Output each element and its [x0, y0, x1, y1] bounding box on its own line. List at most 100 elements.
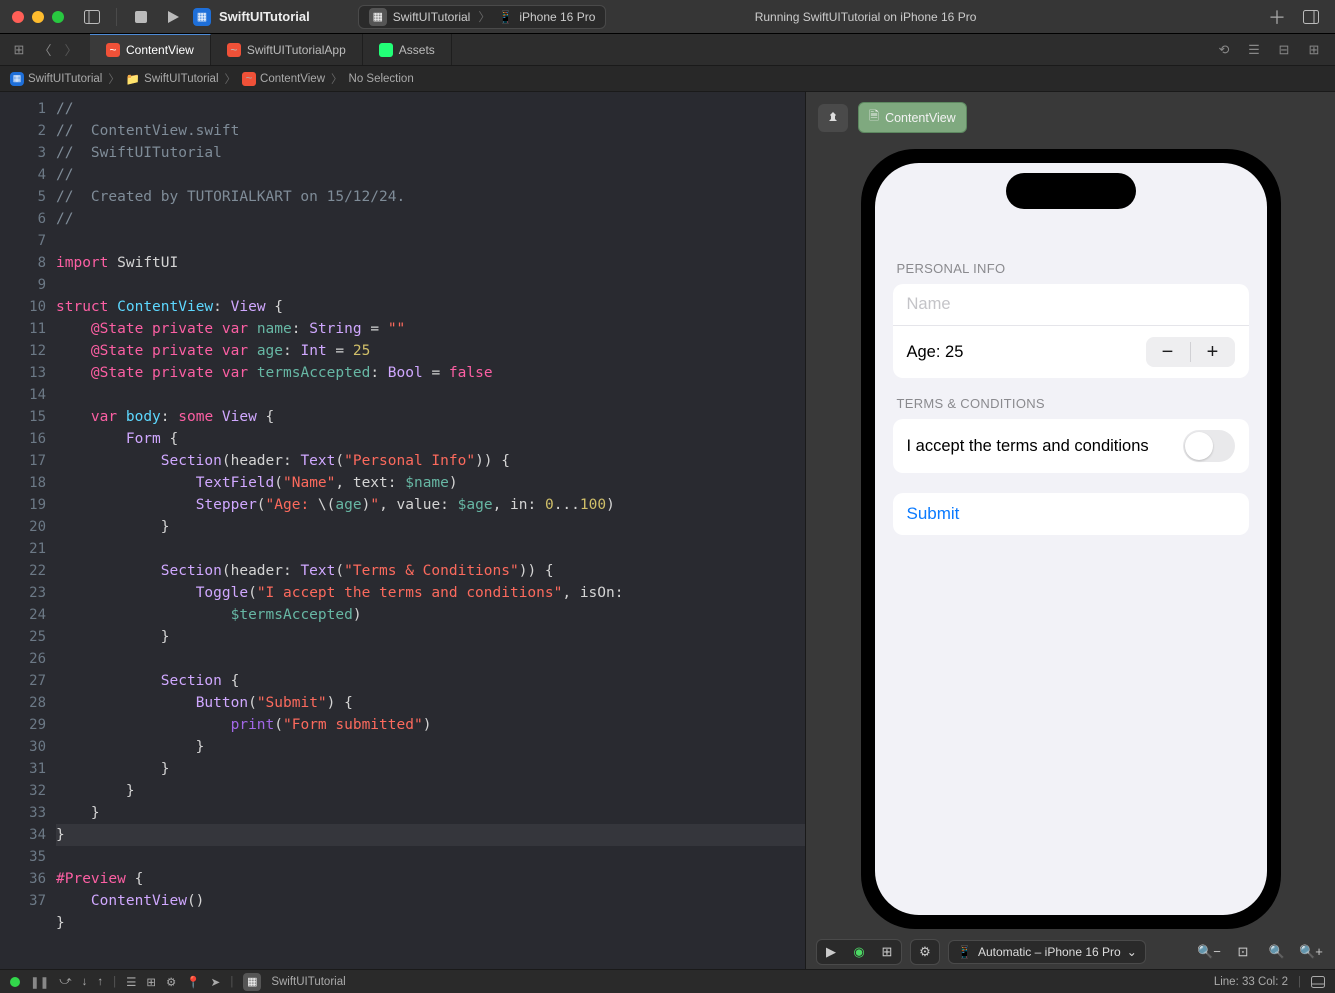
- device-settings-button[interactable]: ⚙: [911, 940, 939, 964]
- project-name: SwiftUITutorial: [219, 9, 310, 24]
- preview-selector[interactable]: 🗎 ContentView: [858, 102, 967, 133]
- device-icon: 📱: [498, 10, 513, 24]
- titlebar: ▦ SwiftUITutorial ▦ SwiftUITutorial 〉 📱 …: [0, 0, 1335, 34]
- variants-preview-button[interactable]: ⊞: [873, 940, 901, 964]
- step-over-icon[interactable]: ⤻: [59, 975, 71, 988]
- assets-icon: [379, 43, 393, 57]
- breadcrumb-separator: 〉: [331, 71, 343, 87]
- pin-preview-button[interactable]: [818, 104, 848, 132]
- breadcrumb-label: SwiftUITutorial: [28, 73, 102, 85]
- preview-canvas[interactable]: PERSONAL INFO Name Age: 25 − +: [806, 143, 1335, 935]
- minimize-window-button[interactable]: [32, 11, 44, 23]
- device-bezel: PERSONAL INFO Name Age: 25 − +: [861, 149, 1281, 929]
- age-label: Age: 25: [907, 343, 964, 362]
- console-toggle-icon[interactable]: [1311, 976, 1325, 988]
- device-icon: 📱: [957, 945, 972, 959]
- swift-file-icon: ~: [242, 72, 256, 86]
- process-name[interactable]: SwiftUITutorial: [271, 976, 345, 988]
- jump-bar[interactable]: ▦ SwiftUITutorial 〉 📁 SwiftUITutorial 〉 ~Conte…: [0, 66, 1335, 92]
- refresh-icon[interactable]: ⟲: [1213, 39, 1235, 61]
- breadcrumb-item[interactable]: No Selection: [349, 73, 414, 85]
- section-header-terms: TERMS & CONDITIONS: [897, 396, 1245, 411]
- run-button[interactable]: [161, 5, 185, 29]
- scheme-icon: ▦: [369, 8, 387, 26]
- submit-label: Submit: [907, 504, 960, 524]
- name-placeholder: Name: [907, 295, 951, 314]
- age-stepper-row: Age: 25 − +: [893, 325, 1249, 378]
- inspector-toggle-button[interactable]: [1299, 5, 1323, 29]
- zoom-actual-button[interactable]: 🔍: [1263, 940, 1291, 964]
- preview-device-select[interactable]: 📱 Automatic – iPhone 16 Pro ⌄: [948, 940, 1146, 964]
- close-window-button[interactable]: [12, 11, 24, 23]
- code-editor[interactable]: 1234567891011121314151617181920212223242…: [0, 92, 805, 969]
- tab-label: SwiftUITutorialApp: [247, 43, 346, 57]
- minimap-toggle-icon[interactable]: ☰: [1243, 39, 1265, 61]
- breadcrumb-item[interactable]: ▦ SwiftUITutorial: [10, 72, 102, 86]
- add-editor-button[interactable]: ⊞: [1303, 39, 1325, 61]
- destination-label: iPhone 16 Pro: [519, 10, 595, 24]
- stepper-plus-button[interactable]: +: [1191, 337, 1235, 367]
- project-icon: ▦: [193, 8, 211, 26]
- swift-file-icon: ~: [106, 43, 120, 57]
- editor-tab[interactable]: ~ SwiftUITutorialApp: [211, 34, 363, 65]
- preview-pane: 🗎 ContentView PERSONAL INFO Name: [805, 92, 1335, 969]
- zoom-in-button[interactable]: 🔍+: [1297, 940, 1325, 964]
- nav-forward-button[interactable]: 〉: [60, 39, 82, 61]
- activity-status: Running SwiftUITutorial on iPhone 16 Pro: [755, 10, 977, 24]
- stop-button[interactable]: [129, 5, 153, 29]
- related-items-button[interactable]: ⊞: [8, 39, 30, 61]
- tab-label: Assets: [399, 43, 435, 57]
- pause-icon[interactable]: ❚❚: [30, 975, 49, 989]
- submit-button[interactable]: Submit: [893, 493, 1249, 535]
- selectable-preview-button[interactable]: ◉: [845, 940, 873, 964]
- document-icon: 🗎: [869, 107, 879, 128]
- editor-tab[interactable]: Assets: [363, 34, 452, 65]
- swift-file-icon: ~: [227, 43, 241, 57]
- memory-graph-icon[interactable]: ⊞: [146, 975, 156, 989]
- nav-back-button[interactable]: 〈: [34, 39, 56, 61]
- code-area[interactable]: //// ContentView.swift// SwiftUITutorial…: [56, 92, 805, 969]
- adjust-editor-button[interactable]: ⊟: [1273, 39, 1295, 61]
- live-preview-button[interactable]: ▶: [817, 940, 845, 964]
- breadcrumb-item[interactable]: ~ContentView: [242, 72, 325, 86]
- breadcrumb-label: SwiftUITutorial: [144, 73, 218, 85]
- terms-label: I accept the terms and conditions: [907, 437, 1149, 456]
- environment-icon[interactable]: ⚙: [166, 975, 176, 989]
- breadcrumb-separator: 〉: [225, 71, 237, 87]
- breadcrumb-label: No Selection: [349, 73, 414, 85]
- terms-toggle[interactable]: [1183, 430, 1235, 462]
- cursor-position: Line: 33 Col: 2: [1214, 976, 1288, 988]
- line-gutter: 1234567891011121314151617181920212223242…: [0, 92, 56, 969]
- add-button[interactable]: ＋: [1265, 5, 1289, 29]
- preview-device-label: Automatic – iPhone 16 Pro: [978, 945, 1121, 959]
- running-indicator: [10, 977, 20, 987]
- project-icon: ▦: [10, 72, 24, 86]
- window-controls: [12, 11, 64, 23]
- debug-view-icon[interactable]: ☰: [126, 975, 136, 989]
- simulate-location-icon[interactable]: 📍: [186, 975, 200, 989]
- zoom-window-button[interactable]: [52, 11, 64, 23]
- scheme-label: SwiftUITutorial: [393, 10, 471, 24]
- navigator-toggle-button[interactable]: [80, 5, 104, 29]
- breadcrumb-item[interactable]: 📁 SwiftUITutorial: [126, 72, 219, 86]
- dynamic-island: [1006, 173, 1136, 209]
- zoom-fit-button[interactable]: ⊡: [1229, 940, 1257, 964]
- chevron-down-icon: ⌄: [1127, 945, 1137, 959]
- terms-toggle-row: I accept the terms and conditions: [893, 419, 1249, 473]
- scheme-selector[interactable]: ▦ SwiftUITutorial: [193, 8, 310, 26]
- send-icon[interactable]: ➤: [211, 975, 221, 989]
- breadcrumb-separator: 〉: [108, 71, 120, 87]
- device-screen[interactable]: PERSONAL INFO Name Age: 25 − +: [875, 163, 1267, 915]
- step-into-icon[interactable]: ↓: [82, 976, 88, 988]
- age-stepper: − +: [1146, 337, 1235, 367]
- editor-tabbar: ⊞ 〈 〉 ~ContentView~SwiftUITutorialAppAss…: [0, 34, 1335, 66]
- folder-icon: 📁: [126, 72, 140, 86]
- editor-tab[interactable]: ~ContentView: [90, 34, 211, 65]
- name-textfield[interactable]: Name: [893, 284, 1249, 325]
- step-out-icon[interactable]: ↑: [97, 976, 103, 988]
- run-destination-selector[interactable]: ▦ SwiftUITutorial 〉 📱 iPhone 16 Pro: [358, 5, 607, 29]
- zoom-out-button[interactable]: 🔍−: [1195, 940, 1223, 964]
- preview-toolbar: ▶ ◉ ⊞ ⚙ 📱 Automatic – iPhone 16 Pro ⌄ 🔍−…: [806, 935, 1335, 969]
- stepper-minus-button[interactable]: −: [1146, 337, 1190, 367]
- process-icon: ▦: [243, 973, 261, 991]
